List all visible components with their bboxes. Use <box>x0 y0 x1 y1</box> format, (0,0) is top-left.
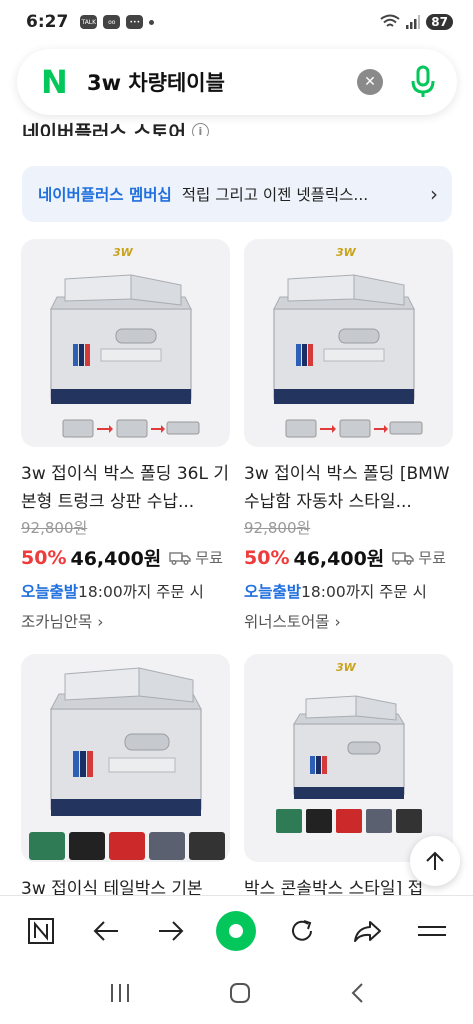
more-notifications-icon <box>149 19 155 25</box>
store-name: 위너스토어몰 <box>244 613 330 631</box>
battery-indicator: 87 <box>426 14 453 30</box>
menu-button[interactable] <box>410 909 454 953</box>
home-icon <box>230 982 251 1003</box>
thumb-brand-logo: 3W <box>113 246 133 259</box>
home-button[interactable] <box>228 981 252 1009</box>
refresh-button[interactable] <box>280 909 324 953</box>
naver-n-icon <box>27 917 54 944</box>
delivery-info: 오늘출발18:00까지 주문 시 <box>244 580 453 602</box>
original-price: 92,800원 <box>21 519 88 537</box>
product-image[interactable] <box>21 654 230 862</box>
sale-price: 46,400원 <box>293 548 385 570</box>
delivery-info: 오늘출발18:00까지 주문 시 <box>21 580 230 602</box>
folding-box-illustration <box>276 695 422 833</box>
arrow-left-icon <box>93 920 118 941</box>
shipping-fee: 무료 <box>418 549 446 567</box>
truck-icon <box>392 551 414 565</box>
thumb-brand-logo: 3W <box>336 246 356 259</box>
thumb-brand-logo: 3W <box>336 661 356 674</box>
folding-box-illustration <box>50 274 200 438</box>
store-link[interactable]: 위너스토어몰 › <box>244 610 453 632</box>
talk-notification-icon: TALK <box>80 15 98 29</box>
folding-box-illustration <box>29 667 225 860</box>
system-back-button[interactable] <box>349 981 365 1009</box>
chevron-right-icon: › <box>334 613 341 631</box>
chevron-right-icon: › <box>430 182 438 206</box>
status-right: 87 <box>380 14 453 30</box>
arrow-right-icon <box>159 920 184 941</box>
product-title[interactable]: 3w 접이식 박스 폴딩 36L 기본형 트렁크 상판 수납... <box>21 460 230 516</box>
shipping-fee: 무료 <box>195 549 223 567</box>
back-button[interactable] <box>84 909 128 953</box>
today-shipping-badge: 오늘출발 <box>21 583 79 601</box>
share-icon <box>354 920 382 942</box>
original-price: 92,800원 <box>244 519 311 537</box>
product-image[interactable]: 3W <box>244 654 453 862</box>
naver-logo-icon[interactable]: N <box>41 63 71 101</box>
signal-icon <box>406 15 421 29</box>
product-card[interactable]: 3W 3w 접이식 박스 폴딩 36L 기본형 트렁크 상판 수납... 92,… <box>21 239 230 632</box>
info-icon[interactable]: i <box>191 123 209 136</box>
product-card[interactable]: 3W 박스 콘솔박스 스타일] 접 <box>244 654 453 931</box>
price-row: 50% 46,400원 무료 <box>21 544 230 571</box>
price-row: 50% 46,400원 무료 <box>244 544 453 571</box>
section-title-text: 네이버플러스 스토어 <box>22 122 186 136</box>
system-nav-bar <box>0 965 473 1024</box>
truck-icon <box>169 551 191 565</box>
store-link[interactable]: 조카님안목 › <box>21 610 230 632</box>
chevron-left-icon <box>351 982 363 1003</box>
recent-apps-icon <box>111 983 130 1002</box>
membership-text: 적립 그리고 이젠 넷플릭스... <box>181 186 369 204</box>
membership-brand: 네이버플러스 멤버십 <box>38 186 172 204</box>
product-card[interactable]: 3w 접이식 테일박스 기본 <box>21 654 230 931</box>
forward-button[interactable] <box>149 909 193 953</box>
discount-rate: 50% <box>21 546 67 569</box>
microphone-icon[interactable] <box>407 64 439 100</box>
browser-toolbar <box>0 895 473 965</box>
notification-icons: TALK oo ••• <box>80 15 155 29</box>
product-card[interactable]: 3W 3w 접이식 박스 폴딩 [BMW 수납함 자동차 스타일... 92,8… <box>244 239 453 632</box>
store-name: 조카님안목 <box>21 613 93 631</box>
recent-apps-button[interactable] <box>108 982 132 1008</box>
green-dot-button[interactable] <box>214 909 258 953</box>
folding-box-illustration <box>273 274 423 438</box>
membership-banner[interactable]: 네이버플러스 멤버십 적립 그리고 이젠 넷플릭스... › <box>22 166 452 222</box>
search-input[interactable]: 3w 차량테이블 <box>87 67 357 97</box>
delivery-cutoff: 18:00까지 주문 시 <box>301 583 427 601</box>
today-shipping-badge: 오늘출발 <box>244 583 302 601</box>
sale-price: 46,400원 <box>70 548 162 570</box>
refresh-icon <box>291 919 312 941</box>
section-title: 네이버플러스 스토어 i <box>22 118 209 136</box>
product-image[interactable]: 3W <box>21 239 230 447</box>
discount-rate: 50% <box>244 546 290 569</box>
hamburger-icon <box>418 925 447 936</box>
arrow-up-icon <box>426 851 444 870</box>
share-button[interactable] <box>345 909 389 953</box>
delivery-cutoff: 18:00까지 주문 시 <box>78 583 204 601</box>
status-bar: 6:27 TALK oo ••• 87 <box>0 0 473 44</box>
green-dot-icon <box>216 910 257 951</box>
product-image[interactable]: 3W <box>244 239 453 447</box>
wifi-icon <box>380 14 400 27</box>
voicemail-icon: oo <box>103 15 121 29</box>
naver-home-button[interactable] <box>19 909 63 953</box>
status-time: 6:27 <box>26 12 69 32</box>
clear-search-button[interactable]: ✕ <box>357 69 383 95</box>
message-icon: ••• <box>126 15 144 29</box>
search-bar[interactable]: N 3w 차량테이블 ✕ <box>17 49 457 115</box>
scroll-top-button[interactable] <box>410 836 460 886</box>
product-title[interactable]: 3w 접이식 박스 폴딩 [BMW 수납함 자동차 스타일... <box>244 460 453 516</box>
chevron-right-icon: › <box>97 613 104 631</box>
